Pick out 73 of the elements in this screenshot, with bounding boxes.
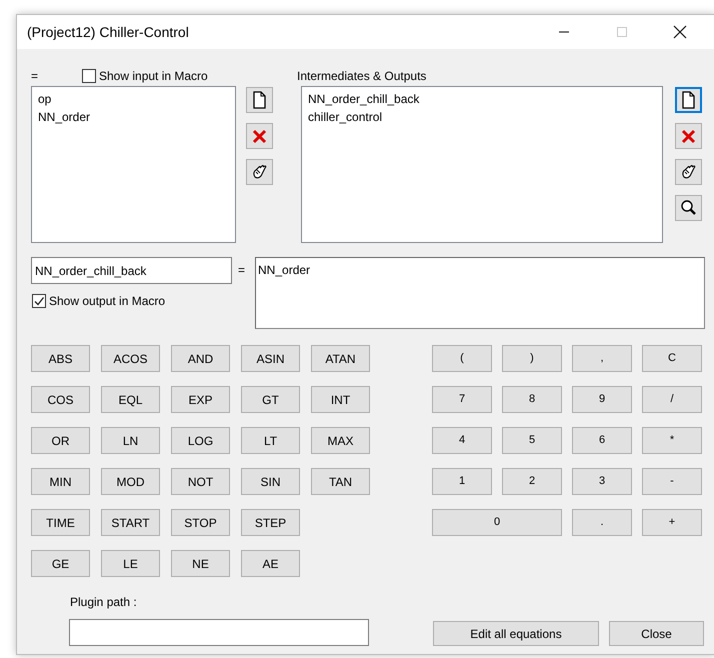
list-item[interactable]: chiller_control xyxy=(308,108,382,126)
function-key[interactable]: SIN xyxy=(241,468,300,495)
new-file-button[interactable] xyxy=(246,87,273,113)
function-key[interactable]: ABS xyxy=(31,345,90,372)
function-key[interactable]: ATAN xyxy=(311,345,370,372)
function-key[interactable]: LE xyxy=(101,550,160,577)
function-key[interactable]: TIME xyxy=(31,509,90,536)
keypad-key[interactable]: ) xyxy=(502,345,562,372)
section-label: Intermediates & Outputs xyxy=(297,68,426,84)
hand-button[interactable] xyxy=(675,159,702,185)
keypad-key[interactable]: ( xyxy=(432,345,492,372)
function-key[interactable]: INT xyxy=(311,386,370,413)
keypad-key[interactable]: 9 xyxy=(572,386,632,413)
dialog-button[interactable]: Edit all equations xyxy=(433,621,599,646)
list-item[interactable]: NN_order xyxy=(38,108,90,126)
checkbox[interactable] xyxy=(32,294,46,308)
function-key[interactable]: EQL xyxy=(101,386,160,413)
function-key[interactable]: MOD xyxy=(101,468,160,495)
function-key[interactable]: ACOS xyxy=(101,345,160,372)
checkbox-label: Show output in Macro xyxy=(49,293,166,310)
keypad-key[interactable]: , xyxy=(572,345,632,372)
function-key[interactable]: ASIN xyxy=(241,345,300,372)
field-label: Plugin path : xyxy=(70,594,137,611)
function-key[interactable]: AND xyxy=(171,345,230,372)
keypad-key[interactable]: / xyxy=(642,386,702,413)
function-key[interactable]: NE xyxy=(171,550,230,577)
keypad-key[interactable]: 7 xyxy=(432,386,492,413)
delete-button[interactable] xyxy=(246,123,273,149)
function-key[interactable]: START xyxy=(101,509,160,536)
function-key[interactable]: LN xyxy=(101,427,160,454)
function-key[interactable]: STOP xyxy=(171,509,230,536)
output-name-field[interactable]: NN_order_chill_back xyxy=(31,257,232,284)
keypad-key[interactable]: 8 xyxy=(502,386,562,413)
function-key[interactable]: GE xyxy=(31,550,90,577)
keypad-key[interactable]: 4 xyxy=(432,427,492,454)
keypad-key[interactable]: 1 xyxy=(432,468,492,495)
window-title: (Project12) Chiller-Control xyxy=(26,22,190,42)
equals-label: = xyxy=(31,68,40,84)
function-key[interactable]: AE xyxy=(241,550,300,577)
function-key[interactable]: GT xyxy=(241,386,300,413)
checkbox[interactable] xyxy=(82,68,96,82)
keypad-key[interactable]: 2 xyxy=(502,468,562,495)
keypad-key[interactable]: - xyxy=(642,468,702,495)
keypad-key[interactable]: * xyxy=(642,427,702,454)
function-key[interactable]: NOT xyxy=(171,468,230,495)
keypad-key[interactable]: 0 xyxy=(432,509,562,536)
keypad-key[interactable]: 3 xyxy=(572,468,632,495)
hand-button[interactable] xyxy=(246,159,273,185)
function-key[interactable]: LT xyxy=(241,427,300,454)
delete-button[interactable] xyxy=(675,123,702,149)
keypad-key[interactable]: C xyxy=(642,345,702,372)
equation-field[interactable]: NN_order xyxy=(255,257,706,329)
equals-label: = xyxy=(238,262,246,275)
keypad-key[interactable]: . xyxy=(572,509,632,536)
function-key[interactable]: TAN xyxy=(311,468,370,495)
new-file-button[interactable] xyxy=(675,87,702,113)
keypad-key[interactable]: + xyxy=(642,509,702,536)
list-item[interactable]: op xyxy=(38,90,52,108)
close-icon[interactable] xyxy=(673,25,687,39)
function-key[interactable]: LOG xyxy=(171,427,230,454)
function-key[interactable]: OR xyxy=(31,427,90,454)
plugin-path-field[interactable] xyxy=(69,619,369,646)
function-key[interactable]: MIN xyxy=(31,468,90,495)
keypad-key[interactable]: 6 xyxy=(572,427,632,454)
function-key[interactable]: EXP xyxy=(171,386,230,413)
dialog-button[interactable]: Close xyxy=(609,621,704,646)
function-key[interactable]: MAX xyxy=(311,427,370,454)
keypad-key[interactable]: 5 xyxy=(502,427,562,454)
function-key[interactable]: STEP xyxy=(241,509,300,536)
function-key[interactable]: COS xyxy=(31,386,90,413)
list-item[interactable]: NN_order_chill_back xyxy=(308,90,420,108)
search-button[interactable] xyxy=(675,195,702,221)
checkbox-label: Show input in Macro xyxy=(99,68,208,84)
